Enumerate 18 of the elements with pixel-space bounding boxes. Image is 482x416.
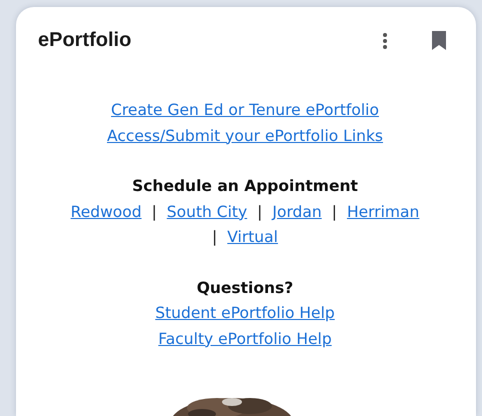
- section-heading: Schedule an Appointment: [132, 176, 358, 197]
- location-link[interactable]: Redwood: [70, 200, 142, 225]
- link[interactable]: Access/Submit your ePortfolio Links: [106, 124, 384, 149]
- help-link[interactable]: Faculty ePortfolio Help: [158, 326, 332, 352]
- location-link[interactable]: Herriman: [346, 200, 420, 225]
- card-title: ePortfolio: [38, 29, 132, 52]
- location-link[interactable]: South City: [166, 200, 248, 225]
- location-link[interactable]: Jordan: [272, 200, 322, 225]
- separator: |: [332, 202, 337, 223]
- section-heading: Questions?: [196, 278, 294, 298]
- separator: |: [152, 202, 157, 223]
- more-options-icon[interactable]: [382, 32, 388, 50]
- help-link[interactable]: Student ePortfolio Help: [155, 301, 335, 326]
- separator: |: [212, 227, 218, 248]
- link[interactable]: Create Gen Ed or Tenure ePortfolio: [111, 98, 379, 124]
- separator: |: [257, 202, 262, 223]
- location-link[interactable]: Virtual: [227, 225, 278, 250]
- bookmark-icon[interactable]: [432, 31, 446, 50]
